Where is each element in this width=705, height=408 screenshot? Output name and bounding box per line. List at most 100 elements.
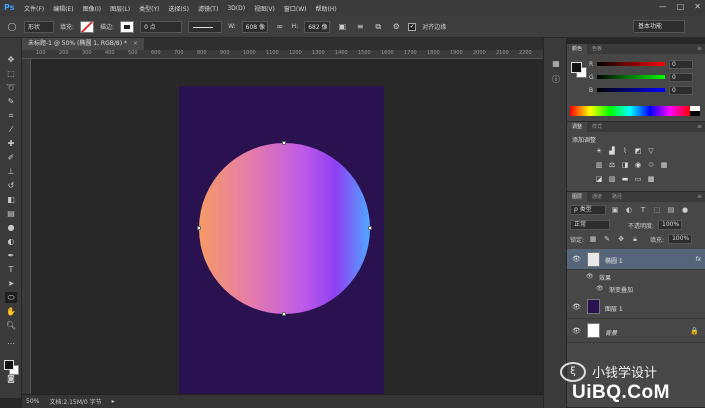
stroke-swatch[interactable] — [120, 20, 135, 33]
pixel-filter-icon[interactable]: ▣ — [610, 206, 620, 215]
color-lookup-icon[interactable]: ▦ — [659, 161, 669, 170]
fill-field[interactable]: 100% — [668, 234, 693, 244]
filter-toggle-icon[interactable]: ● — [680, 206, 690, 215]
crop-tool-icon[interactable]: ⌗ — [5, 110, 17, 121]
maximize-icon[interactable]: □ — [677, 2, 685, 11]
effects-row[interactable]: 👁︎ 效果 — [567, 271, 705, 282]
posterize-icon[interactable]: ▧ — [607, 175, 617, 184]
photo-filter-icon[interactable]: ◉ — [633, 161, 643, 170]
type-tool-icon[interactable]: T — [5, 264, 17, 275]
ellipse-tool-preset-icon[interactable]: ◯ — [6, 21, 18, 33]
tab-paths[interactable]: 路径 — [607, 192, 627, 202]
anchor-point-bottom[interactable] — [282, 312, 286, 316]
blue-slider[interactable] — [597, 88, 665, 92]
visibility-eye-icon[interactable]: 👁︎ — [572, 327, 581, 336]
menu-view[interactable]: 视图(V) — [254, 4, 275, 13]
brush-tool-icon[interactable]: ✐ — [5, 152, 17, 163]
gradient-map-icon[interactable]: ▭ — [633, 175, 643, 184]
zoom-tool-icon[interactable]: 🔍︎ — [5, 320, 17, 331]
menu-type[interactable]: 类型(Y) — [139, 4, 159, 13]
panel-menu-icon[interactable]: ≡ — [697, 44, 705, 54]
close-icon[interactable]: ✕ — [694, 2, 701, 11]
quick-select-tool-icon[interactable]: ✎ — [5, 96, 17, 107]
green-slider[interactable] — [597, 75, 665, 79]
smart-object-filter-icon[interactable]: ▤ — [666, 206, 676, 215]
anchor-point-left[interactable] — [197, 226, 201, 230]
gradient-ellipse-shape[interactable] — [199, 143, 370, 314]
color-balance-icon[interactable]: ⚖ — [607, 161, 617, 170]
path-selection-tool-icon[interactable]: ➤ — [5, 278, 17, 289]
hand-tool-icon[interactable]: ✋ — [5, 306, 17, 317]
move-tool-icon[interactable]: ✥ — [5, 54, 17, 65]
lock-pixels-icon[interactable]: ✎ — [602, 235, 612, 244]
threshold-icon[interactable]: ▬ — [620, 175, 630, 184]
menu-help[interactable]: 帮助(H) — [316, 4, 337, 13]
document-canvas[interactable] — [179, 86, 384, 394]
lock-all-icon[interactable]: 🔒︎ — [630, 235, 640, 244]
layer-filter-kind-select[interactable]: ρ 类型 — [570, 205, 606, 215]
red-value-field[interactable]: 0 — [669, 59, 693, 69]
lasso-tool-icon[interactable]: ➰ — [5, 82, 17, 93]
menu-3d[interactable]: 3D(D) — [227, 5, 245, 12]
blur-tool-icon[interactable]: ● — [5, 222, 17, 233]
color-spectrum-bar[interactable] — [570, 106, 690, 116]
vibrance-icon[interactable]: ▽ — [646, 147, 656, 156]
path-operations-icon[interactable]: ▣ — [336, 21, 348, 33]
tab-color[interactable]: 颜色 — [567, 44, 588, 54]
effects-eye-icon[interactable]: 👁︎ — [586, 273, 594, 280]
stroke-width-field[interactable]: 0 点 — [140, 20, 183, 33]
panel-menu-icon[interactable]: ≡ — [697, 192, 705, 202]
panel-menu-icon[interactable]: ≡ — [697, 122, 705, 132]
opacity-field[interactable]: 100% — [658, 220, 683, 230]
link-icon[interactable]: ∞ — [274, 21, 286, 33]
levels-icon[interactable]: ▟ — [607, 147, 617, 156]
green-value-field[interactable]: 0 — [669, 72, 693, 82]
gear-icon[interactable]: ⚙ — [390, 21, 402, 33]
marquee-tool-icon[interactable]: ⬚ — [5, 68, 17, 79]
canvas-area[interactable] — [31, 59, 543, 394]
menu-window[interactable]: 窗口(W) — [284, 4, 307, 13]
menu-file[interactable]: 文件(F) — [24, 4, 44, 13]
channel-mixer-icon[interactable]: ♲ — [646, 161, 656, 170]
black-white-swatch[interactable] — [690, 106, 700, 116]
menu-filter[interactable]: 滤镜(T) — [198, 4, 218, 13]
close-tab-icon[interactable]: × — [133, 40, 138, 47]
hue-saturation-icon[interactable]: ▥ — [594, 161, 604, 170]
path-arrangement-icon[interactable]: ⧉ — [372, 21, 384, 33]
eraser-tool-icon[interactable]: ◧ — [5, 194, 17, 205]
lock-transparent-icon[interactable]: ▦ — [588, 235, 598, 244]
gradient-overlay-eye-icon[interactable]: 👁︎ — [596, 285, 604, 292]
menu-select[interactable]: 选择(S) — [168, 4, 189, 13]
tab-channels[interactable]: 通道 — [587, 192, 607, 202]
workspace-select[interactable]: 基本功能 — [633, 20, 685, 33]
lock-position-icon[interactable]: ✥ — [616, 235, 626, 244]
tab-adjustments[interactable]: 调整 — [567, 122, 588, 132]
fill-swatch[interactable] — [80, 20, 95, 33]
tab-styles[interactable]: 样式 — [587, 122, 607, 132]
gradient-tool-icon[interactable]: ▤ — [5, 208, 17, 219]
red-slider[interactable] — [597, 62, 665, 66]
fx-badge[interactable]: fx — [695, 256, 701, 263]
dodge-tool-icon[interactable]: ◐ — [5, 236, 17, 247]
zoom-level[interactable]: 50% — [26, 398, 39, 405]
tab-layers[interactable]: 图层 — [567, 192, 588, 202]
clone-stamp-tool-icon[interactable]: ⊥ — [5, 166, 17, 177]
path-alignment-icon[interactable]: ≡ — [354, 21, 366, 33]
pen-tool-icon[interactable]: ✒ — [5, 250, 17, 261]
properties-panel-icon[interactable]: ⓘ — [550, 74, 562, 86]
tool-mode-select[interactable]: 形状 — [24, 20, 54, 33]
stroke-type-select[interactable] — [188, 20, 223, 33]
eyedropper-tool-icon[interactable]: ⁄ — [5, 124, 17, 135]
curves-icon[interactable]: ⌇ — [620, 147, 630, 156]
ellipse-tool-icon[interactable]: ⬭ — [5, 292, 17, 303]
selective-color-icon[interactable]: ▩ — [646, 175, 656, 184]
black-white-icon[interactable]: ◨ — [620, 161, 630, 170]
healing-brush-tool-icon[interactable]: ✚ — [5, 138, 17, 149]
layer-row-layer1[interactable]: 👁︎ 图层 1 — [567, 295, 705, 319]
anchor-point-top[interactable] — [282, 141, 286, 145]
anchor-point-right[interactable] — [368, 226, 372, 230]
brightness-icon[interactable]: ☀ — [594, 147, 604, 156]
visibility-eye-icon[interactable]: 👁︎ — [572, 255, 581, 264]
minimize-icon[interactable]: — — [659, 2, 667, 11]
menu-edit[interactable]: 编辑(E) — [53, 4, 73, 13]
